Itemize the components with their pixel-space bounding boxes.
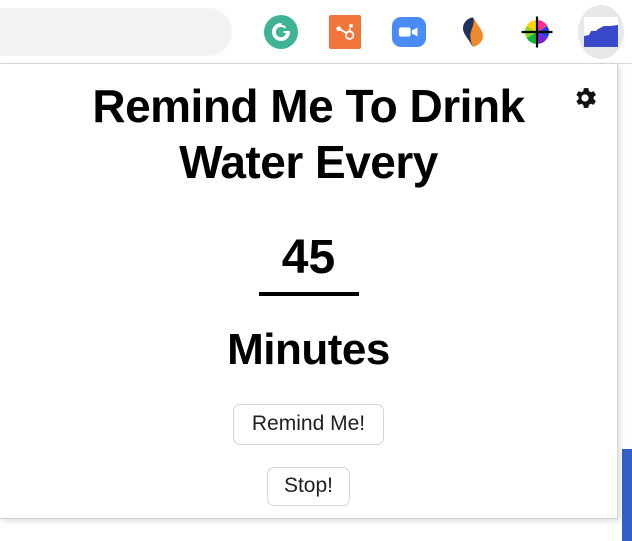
address-bar[interactable] [0, 8, 232, 56]
zoom-icon[interactable] [386, 9, 432, 55]
extension-icons [258, 0, 624, 64]
hubspot-icon[interactable] [322, 9, 368, 55]
analytics-chart-icon[interactable] [578, 9, 624, 55]
water-reminder-popup: Remind Me To Drink Water Every Minutes R… [0, 64, 618, 519]
remind-me-button[interactable]: Remind Me! [233, 404, 384, 445]
interval-field-wrapper [0, 232, 617, 296]
unit-label: Minutes [0, 326, 617, 374]
popup-content: Remind Me To Drink Water Every Minutes R… [0, 64, 617, 506]
browser-toolbar [0, 0, 632, 64]
page-title: Remind Me To Drink Water Every [74, 78, 544, 190]
interval-input[interactable] [259, 232, 359, 296]
grammarly-icon[interactable] [258, 9, 304, 55]
page-accent-bar [622, 449, 632, 541]
stop-button[interactable]: Stop! [267, 467, 350, 506]
colorpick-eyedropper-icon[interactable] [514, 9, 560, 55]
extension-hover-highlight [578, 5, 624, 59]
gear-icon[interactable] [571, 84, 599, 112]
similarweb-icon[interactable] [450, 9, 496, 55]
